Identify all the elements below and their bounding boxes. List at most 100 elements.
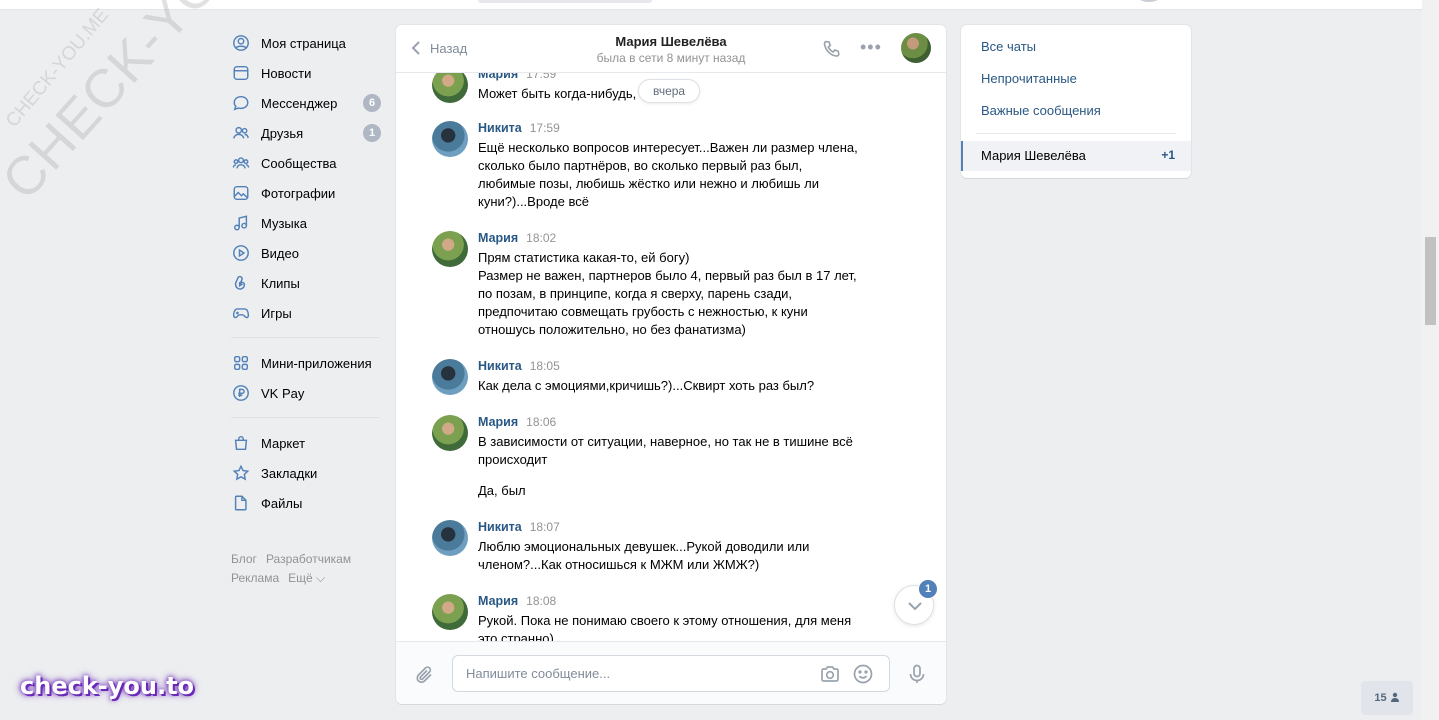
- footer-link-ads[interactable]: Реклама: [231, 571, 279, 585]
- page-scrollbar[interactable]: [1422, 0, 1439, 720]
- chevron-down-icon: [908, 602, 922, 611]
- scrollbar-thumb[interactable]: [1425, 237, 1436, 325]
- phone-icon[interactable]: [822, 39, 842, 59]
- active-chat-item[interactable]: Мария Шевелёва +1: [961, 141, 1191, 171]
- user-avatar[interactable]: [1138, 0, 1160, 2]
- avatar[interactable]: [432, 121, 468, 157]
- message-item[interactable]: Мария 18:06 В зависимости от ситуации, на…: [432, 415, 892, 505]
- message-time: 18:05: [529, 359, 560, 373]
- nav-divider: [231, 417, 379, 418]
- message-history[interactable]: вчера Мария 17:59 Может быть когда-нибудь…: [396, 73, 946, 641]
- nav-label: Закладки: [261, 465, 318, 481]
- message-item[interactable]: Никита 18:05 Как дела с эмоциями,кричишь?…: [432, 359, 892, 399]
- avatar[interactable]: [432, 231, 468, 267]
- message-text: Да, был: [478, 483, 526, 498]
- footer-links: Блог Разработчикам Реклама Ещё ⌵: [231, 550, 381, 588]
- composer: [396, 641, 946, 704]
- message-item[interactable]: Никита 17:59 Ещё несколько вопросов интер…: [432, 121, 892, 211]
- message-item[interactable]: Мария 18:02 Прям статистика какая-то, ей …: [432, 231, 892, 341]
- message-time: 17:59: [529, 121, 560, 135]
- active-chat-name: Мария Шевелёва: [981, 148, 1086, 163]
- filter-unread[interactable]: Непрочитанные: [981, 71, 1077, 86]
- nav-label: Друзья: [261, 125, 304, 141]
- message-item[interactable]: Мария 18:08 Рукой. Пока не понимаю своего…: [432, 594, 892, 641]
- nav-label: Файлы: [261, 495, 303, 511]
- clips-icon: [231, 273, 251, 293]
- avatar[interactable]: [432, 520, 468, 556]
- message-item[interactable]: Никита 18:07 Люблю эмоциональных девушек.…: [432, 520, 892, 580]
- emoji-icon[interactable]: [852, 663, 874, 685]
- author-name[interactable]: Мария: [478, 594, 518, 608]
- message-header: Никита 17:59: [478, 121, 560, 135]
- communities-icon: [231, 153, 251, 173]
- message-header: Мария 17:59: [478, 73, 556, 81]
- news-icon: [231, 63, 251, 83]
- nav-item-vk-pay[interactable]: VK Pay: [231, 378, 381, 408]
- message-text: Ещё несколько вопросов интересует...Важе…: [478, 140, 858, 209]
- nav-label: Видео: [261, 245, 299, 261]
- gamepad-icon: [231, 303, 251, 323]
- message-time: 18:08: [526, 594, 557, 608]
- author-name[interactable]: Никита: [478, 121, 522, 135]
- nav-item-my-page[interactable]: Моя страница: [231, 28, 381, 58]
- avatar[interactable]: [432, 594, 468, 630]
- search-input[interactable]: [478, 0, 652, 3]
- filter-important[interactable]: Важные сообщения: [981, 103, 1101, 118]
- nav-item-files[interactable]: Файлы: [231, 488, 381, 518]
- filter-all-chats[interactable]: Все чаты: [981, 39, 1036, 54]
- nav-label: Новости: [261, 65, 312, 81]
- author-name[interactable]: Мария: [478, 231, 518, 245]
- message-time: 18:06: [526, 415, 557, 429]
- messenger-count-badge: 6: [363, 94, 381, 112]
- nav-item-messenger[interactable]: Мессенджер 6: [231, 88, 381, 118]
- avatar[interactable]: [432, 73, 468, 103]
- nav-item-clips[interactable]: Клипы: [231, 268, 381, 298]
- author-name[interactable]: Мария: [478, 415, 518, 429]
- more-icon[interactable]: •••: [860, 38, 881, 59]
- friends-count-badge: 1: [363, 124, 381, 142]
- footer-link-developers[interactable]: Разработчикам: [266, 552, 351, 566]
- message-icon: [231, 93, 251, 113]
- message-time: 18:02: [526, 231, 557, 245]
- watermark-brand: check-you.to: [20, 672, 195, 700]
- microphone-icon[interactable]: [906, 663, 928, 685]
- nav-item-games[interactable]: Игры: [231, 298, 381, 328]
- chat-filters-panel: Все чаты Непрочитанные Важные сообщения …: [961, 25, 1191, 178]
- footer-link-blog[interactable]: Блог: [231, 552, 257, 566]
- peer-avatar[interactable]: [901, 33, 931, 63]
- attach-icon[interactable]: [414, 664, 436, 686]
- nav-item-video[interactable]: Видео: [231, 238, 381, 268]
- message-text: Как дела с эмоциями,кричишь?)...Сквирт х…: [478, 378, 815, 393]
- author-name[interactable]: Никита: [478, 359, 522, 373]
- avatar[interactable]: [432, 359, 468, 395]
- author-name[interactable]: Мария: [478, 73, 518, 81]
- message-input[interactable]: [466, 656, 806, 691]
- nav-item-communities[interactable]: Сообщества: [231, 148, 381, 178]
- message-header: Мария 18:06: [478, 415, 556, 429]
- message-header: Мария 18:02: [478, 231, 556, 245]
- footer-link-more[interactable]: Ещё ⌵: [288, 571, 325, 585]
- avatar[interactable]: [432, 415, 468, 451]
- message-time: 18:07: [529, 520, 560, 534]
- market-icon: [231, 433, 251, 453]
- nav-label: Клипы: [261, 275, 300, 291]
- chat-header: Назад Мария Шевелёва была в сети 8 минут…: [396, 25, 946, 73]
- nav-item-photos[interactable]: Фотографии: [231, 178, 381, 208]
- nav-item-mini-apps[interactable]: Мини-приложения: [231, 348, 381, 378]
- nav-item-market[interactable]: Маркет: [231, 428, 381, 458]
- active-chat-count: +1: [1161, 148, 1175, 162]
- nav-item-music[interactable]: Музыка: [231, 208, 381, 238]
- nav-item-friends[interactable]: Друзья 1: [231, 118, 381, 148]
- message-text: Люблю эмоциональных девушек...Рукой дово…: [478, 539, 810, 572]
- nav-label: Маркет: [261, 435, 306, 451]
- online-count: 15: [1374, 692, 1387, 704]
- message-input-box: [452, 655, 890, 692]
- nav-item-bookmarks[interactable]: Закладки: [231, 458, 381, 488]
- author-name[interactable]: Никита: [478, 520, 522, 534]
- message-header: Мария 18:08: [478, 594, 556, 608]
- nav-item-news[interactable]: Новости: [231, 58, 381, 88]
- scroll-down-button[interactable]: 1: [894, 579, 938, 625]
- camera-icon[interactable]: [819, 663, 841, 685]
- nav-label: Мессенджер: [261, 95, 338, 111]
- online-friends-counter[interactable]: 15: [1361, 681, 1413, 715]
